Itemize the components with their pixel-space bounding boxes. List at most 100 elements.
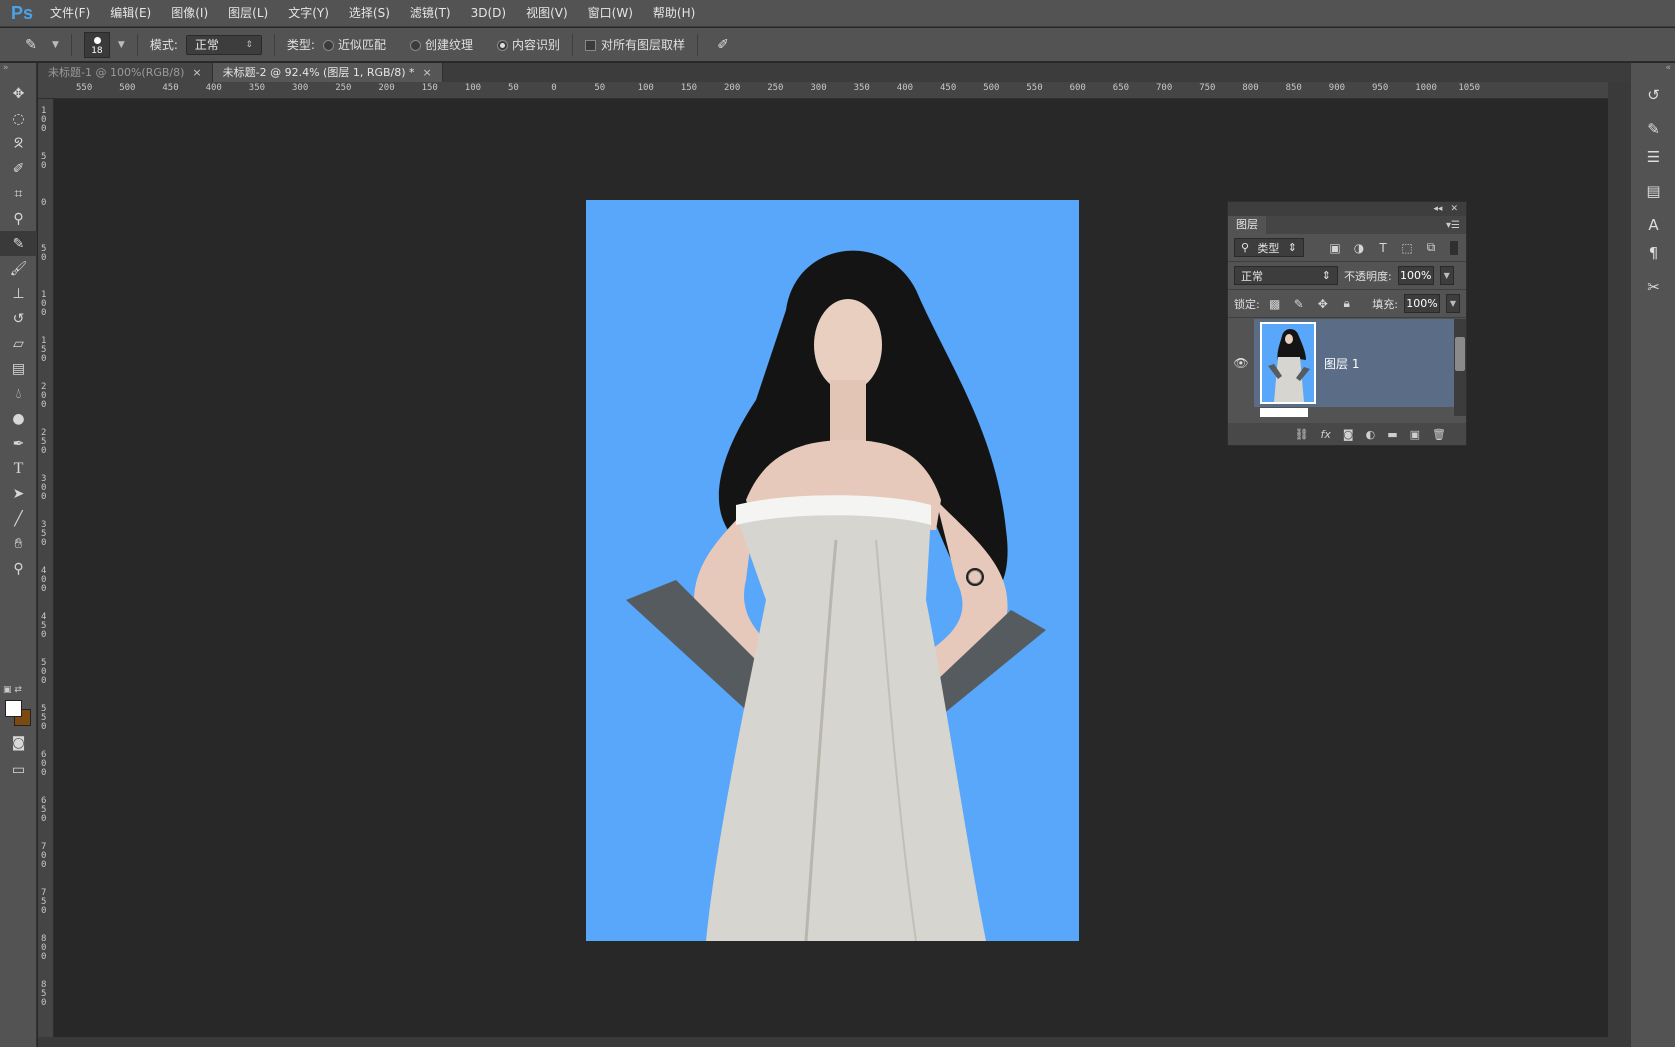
dock-collapse-icon[interactable]: « — [1631, 63, 1675, 81]
ruler-tick-label: 800 — [1242, 83, 1259, 93]
eraser-tool-icon[interactable]: ▱ — [0, 331, 37, 356]
brush-picker-caret-icon[interactable]: ▼ — [118, 40, 125, 50]
lasso-tool-icon[interactable]: ᘝ — [0, 131, 37, 156]
opacity-input[interactable]: 100% — [1397, 266, 1434, 285]
lock-pixels-icon[interactable]: ✎ — [1290, 297, 1308, 311]
new-group-icon[interactable]: ▬ — [1387, 428, 1397, 441]
layer-filter-select[interactable]: ⚲ 类型 ⇕ — [1234, 238, 1304, 257]
select-arrows-icon: ⇕ — [245, 39, 253, 50]
ruler-tick-label: 650 — [1112, 83, 1130, 93]
path-selection-tool-icon[interactable]: ➤ — [0, 481, 37, 506]
lock-all-icon[interactable]: 🔒︎ — [1338, 296, 1356, 311]
character-panel-icon[interactable]: A — [1631, 211, 1675, 239]
fill-input[interactable]: 100% — [1404, 294, 1440, 313]
canvas-vertical-scrollbar[interactable] — [1608, 82, 1630, 1047]
fill-label: 填充: — [1372, 297, 1398, 311]
sample-all-layers-checkbox[interactable]: 对所有图层取样 — [584, 36, 685, 53]
panel-collapse-icon[interactable]: ◂◂ — [1433, 202, 1442, 216]
gradient-tool-icon[interactable]: ▤ — [0, 356, 37, 381]
menu-type[interactable]: 文字(Y) — [278, 0, 339, 27]
layer-item[interactable]: 图层 1 — [1254, 319, 1454, 407]
history-brush-tool-icon[interactable]: ↺ — [0, 306, 37, 331]
adjustments-panel-icon[interactable]: ☰ — [1631, 143, 1675, 171]
crop-tool-icon[interactable]: ⌗ — [0, 181, 37, 206]
tool-preset-caret-icon[interactable]: ▼ — [52, 40, 59, 50]
type-tool-icon[interactable]: T — [0, 456, 37, 481]
foreground-color-swatch[interactable] — [5, 700, 22, 717]
blur-tool-icon[interactable]: 💧︎ — [0, 381, 37, 406]
tab-close-icon[interactable]: × — [423, 63, 432, 82]
filter-type-icon[interactable]: T — [1374, 241, 1392, 255]
default-colors-icon[interactable]: ▣ ⇄ — [3, 685, 22, 695]
opacity-dropdown-icon[interactable]: ▼ — [1439, 266, 1454, 285]
horizontal-ruler[interactable]: 550 500 450 400 350 300 250 200 150 100 50 0 50 100 15… — [38, 82, 1608, 99]
pen-tool-icon[interactable]: ✒ — [0, 431, 37, 456]
tab-document-2[interactable]: 未标题-2 @ 92.4% (图层 1, RGB/8) * × — [212, 63, 443, 82]
radio-create-texture[interactable]: 创建纹理 — [409, 36, 473, 53]
radio-content-aware[interactable]: 内容识别 — [496, 36, 560, 53]
layer-row-partial[interactable] — [1260, 408, 1308, 417]
menu-select[interactable]: 选择(S) — [339, 0, 400, 27]
lock-transparency-icon[interactable]: ▩ — [1266, 297, 1284, 311]
clone-stamp-tool-icon[interactable]: ⊥ — [0, 281, 37, 306]
spot-healing-tool-preset-icon[interactable]: ✎ — [18, 34, 44, 56]
brush-tool-icon[interactable]: 🖌︎ — [0, 256, 37, 281]
tool-presets-icon[interactable]: ✂ — [1631, 273, 1675, 301]
tab-document-1[interactable]: 未标题-1 @ 100%(RGB/8) × — [38, 63, 213, 82]
panel-close-icon[interactable]: ✕ — [1450, 202, 1458, 216]
brush-size-picker[interactable]: 18 — [83, 31, 110, 58]
panel-menu-icon[interactable]: ▾☰ — [1446, 220, 1460, 231]
paragraph-panel-icon[interactable]: ¶ — [1631, 239, 1675, 267]
menu-image[interactable]: 图像(I) — [161, 0, 218, 27]
tab-close-icon[interactable]: × — [192, 63, 201, 82]
menu-layer[interactable]: 图层(L) — [218, 0, 278, 27]
document-canvas[interactable] — [586, 200, 1079, 941]
visibility-eye-icon[interactable]: 👁︎ — [1228, 356, 1254, 370]
fill-dropdown-icon[interactable]: ▼ — [1446, 294, 1460, 313]
menu-3d[interactable]: 3D(D) — [461, 0, 516, 27]
menu-view[interactable]: 视图(V) — [516, 0, 578, 27]
menu-edit[interactable]: 编辑(E) — [100, 0, 161, 27]
delete-layer-icon[interactable]: 🗑︎ — [1432, 428, 1446, 441]
scrollbar-thumb[interactable] — [1455, 337, 1465, 371]
filter-shape-icon[interactable]: ⬚ — [1398, 241, 1416, 255]
new-adjustment-icon[interactable]: ◐ — [1366, 428, 1376, 441]
panel-collapse-icon[interactable]: » — [0, 63, 36, 81]
menu-filter[interactable]: 滤镜(T) — [400, 0, 461, 27]
filter-pixel-icon[interactable]: ▣ — [1326, 241, 1344, 255]
menu-window[interactable]: 窗口(W) — [578, 0, 643, 27]
link-layers-icon[interactable]: ⛓ — [1295, 428, 1309, 441]
spot-healing-brush-tool-icon[interactable]: ✎ — [0, 231, 37, 256]
add-mask-icon[interactable]: ◙ — [1343, 428, 1354, 441]
lock-position-icon[interactable]: ✥ — [1314, 297, 1332, 311]
menu-file[interactable]: 文件(F) — [40, 0, 100, 27]
layer-row[interactable]: 👁︎ 图层 1 — [1228, 319, 1454, 407]
marquee-tool-icon[interactable]: ◌ — [0, 106, 37, 131]
quick-mask-icon[interactable]: ◙ — [0, 730, 37, 755]
dodge-tool-icon[interactable]: ● — [0, 406, 37, 431]
blend-mode-select[interactable]: 正常 ⇕ — [1234, 266, 1338, 285]
tab-layers[interactable]: 图层 — [1228, 216, 1266, 234]
filter-toggle[interactable] — [1450, 240, 1458, 255]
history-panel-icon[interactable]: ↺ — [1631, 81, 1675, 109]
new-layer-icon[interactable]: ▣ — [1410, 428, 1420, 441]
zoom-tool-icon[interactable]: ⚲ — [0, 556, 37, 581]
filter-adjustment-icon[interactable]: ◑ — [1350, 241, 1368, 255]
pressure-size-icon[interactable]: ✐ — [710, 34, 736, 56]
quick-selection-tool-icon[interactable]: ✐ — [0, 156, 37, 181]
layers-scrollbar[interactable] — [1454, 319, 1466, 416]
menu-help[interactable]: 帮助(H) — [643, 0, 705, 27]
layer-name[interactable]: 图层 1 — [1324, 355, 1359, 372]
brush-panel-icon[interactable]: ✎ — [1631, 115, 1675, 143]
screen-mode-icon[interactable]: ▭ — [0, 757, 37, 782]
line-tool-icon[interactable]: ╱ — [0, 506, 37, 531]
mode-select[interactable]: 正常 ⇕ — [185, 34, 262, 55]
filter-smart-object-icon[interactable]: ⧉ — [1422, 240, 1440, 255]
layer-comps-icon[interactable]: ▤ — [1631, 177, 1675, 205]
move-tool-icon[interactable]: ✥ — [0, 81, 37, 106]
radio-proximity-match[interactable]: 近似匹配 — [322, 36, 386, 53]
vertical-ruler[interactable]: 1 0 0 5 0 0 5 0 1 0 0 1 5 0 2 0 0 2 5 0 3 0 0 3 5… — [38, 99, 54, 1047]
hand-tool-icon[interactable]: ✋︎ — [0, 531, 37, 556]
layer-style-icon[interactable]: fx — [1321, 428, 1331, 441]
eyedropper-tool-icon[interactable]: ⚲ — [0, 206, 37, 231]
